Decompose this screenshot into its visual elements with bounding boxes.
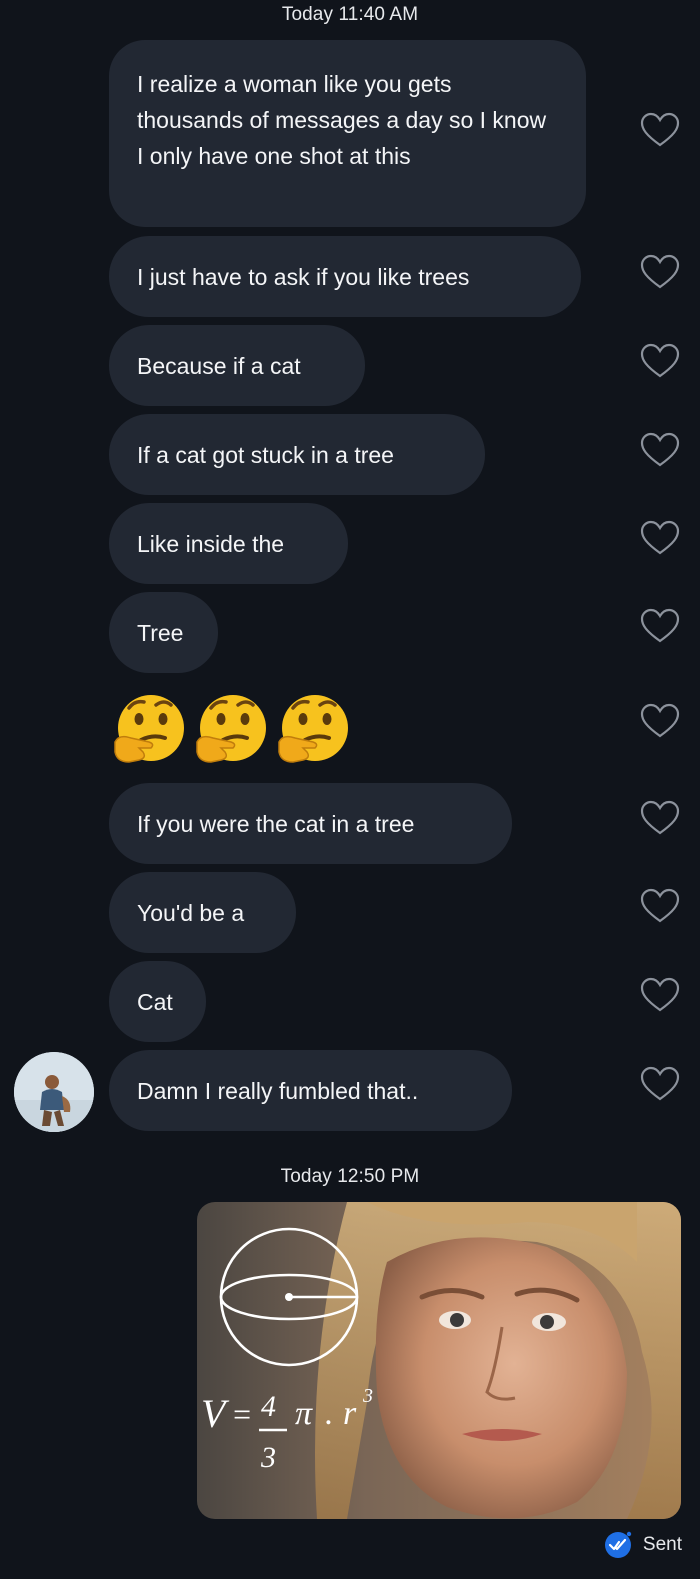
formula-exponent: 3 <box>362 1385 373 1407</box>
message-text: I just have to ask if you like trees <box>137 263 470 290</box>
like-heart-icon[interactable] <box>640 520 680 556</box>
like-heart-icon[interactable] <box>640 608 680 644</box>
like-heart-icon[interactable] <box>640 800 680 836</box>
like-heart-icon[interactable] <box>640 112 680 148</box>
message-text: Damn I really fumbled that.. <box>137 1077 419 1104</box>
timestamp: Today 11:40 AM <box>281 4 419 25</box>
message-text: If you were the cat in a tree <box>137 810 415 837</box>
emoji-message[interactable] <box>109 690 353 770</box>
thinking-face-emoji-icon <box>196 695 266 763</box>
message-text: Cat <box>137 988 173 1015</box>
formula-numerator: 4 <box>261 1390 276 1423</box>
like-heart-icon[interactable] <box>640 432 680 468</box>
formula-pi: π <box>295 1395 313 1432</box>
timestamp: Today 12:50 PM <box>280 1166 420 1187</box>
message-bubble[interactable]: Because if a cat <box>109 325 365 406</box>
message-bubble[interactable]: Tree <box>109 592 218 673</box>
formula-dot: . <box>325 1395 334 1432</box>
formula-r: r <box>343 1395 357 1432</box>
message-bubble[interactable]: Damn I really fumbled that.. <box>109 1050 512 1131</box>
like-heart-icon[interactable] <box>640 254 680 290</box>
sent-label: Sent <box>642 1534 682 1555</box>
message-bubble[interactable]: Like inside the <box>109 503 348 584</box>
message-bubble[interactable]: If a cat got stuck in a tree <box>109 414 485 495</box>
thinking-face-emoji-icon <box>114 695 184 763</box>
avatar[interactable] <box>14 1052 94 1132</box>
message-text: Tree <box>137 619 184 646</box>
message-text: If a cat got stuck in a tree <box>137 441 394 468</box>
like-heart-icon[interactable] <box>640 888 680 924</box>
message-bubble[interactable]: I just have to ask if you like trees <box>109 236 581 317</box>
like-heart-icon[interactable] <box>640 703 680 739</box>
like-heart-icon[interactable] <box>640 343 680 379</box>
message-text: Because if a cat <box>137 352 301 379</box>
sent-status: Sent <box>603 1530 682 1560</box>
sent-meme-image[interactable]: V = 4 3 π . r 3 <box>197 1202 681 1519</box>
like-heart-icon[interactable] <box>640 977 680 1013</box>
message-bubble[interactable]: I realize a woman like you gets thousand… <box>109 40 586 227</box>
message-bubble[interactable]: Cat <box>109 961 206 1042</box>
message-text: I realize a woman like you gets thousand… <box>137 71 547 169</box>
thinking-face-emoji-icon <box>278 695 348 763</box>
message-text: Like inside the <box>137 530 285 557</box>
formula-denominator: 3 <box>260 1441 276 1474</box>
formula-equals: = <box>231 1396 253 1432</box>
message-text: You'd be a <box>137 899 245 926</box>
message-bubble[interactable]: You'd be a <box>109 872 296 953</box>
message-bubble[interactable]: If you were the cat in a tree <box>109 783 512 864</box>
sent-check-icon <box>604 1531 632 1558</box>
like-heart-icon[interactable] <box>640 1066 680 1102</box>
